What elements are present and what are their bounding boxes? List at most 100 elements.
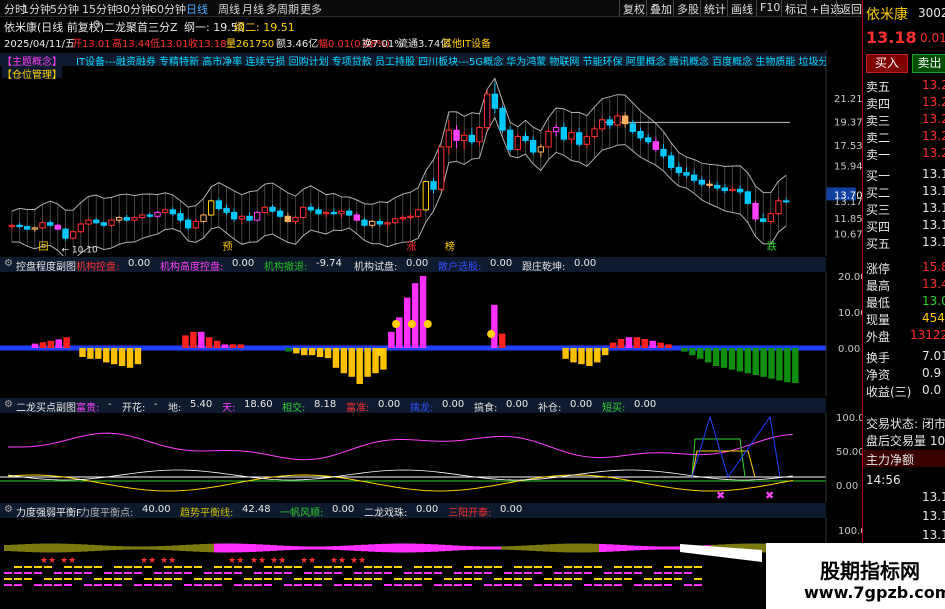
candle-body: [223, 208, 230, 213]
toolbar-btn-1[interactable]: 叠加: [650, 1, 672, 17]
period-tab-3[interactable]: 15分钟: [82, 1, 118, 17]
candle-body: [721, 187, 729, 192]
candle-body: [284, 215, 292, 222]
sell-button-label[interactable]: 卖出: [917, 56, 941, 70]
sub3-stripe: [304, 578, 312, 580]
net-flow-bar[interactable]: 主力净额: [863, 450, 945, 467]
main-y-tick: 10.67: [834, 229, 862, 240]
sub3-gear-icon[interactable]: ⚙: [4, 504, 13, 515]
order-book-row[interactable]: 买四 13.1: [866, 218, 945, 235]
period-tab-5[interactable]: 60分钟: [150, 1, 186, 17]
toolbar-btn-6[interactable]: 标记: [785, 1, 807, 17]
period-tab-7[interactable]: 周线: [218, 1, 240, 17]
order-book-row[interactable]: 卖四 13.2: [866, 95, 945, 112]
period-tab-10[interactable]: 更多: [300, 1, 322, 17]
sub1-bar: [63, 337, 70, 348]
period-tab-4[interactable]: 30分钟: [116, 1, 152, 17]
candlestick-chart[interactable]: ← 10.10回预涨榜跌21.2119.3717.5315.9413.7013.…: [0, 50, 862, 256]
position-label[interactable]: 【仓位管理】: [2, 70, 62, 81]
gear-icon[interactable]: ⚙: [92, 18, 102, 31]
order-book-row[interactable]: 卖五 13.2: [866, 78, 945, 95]
sub1-label-2: 机构撤退:: [264, 262, 308, 273]
sub1-label-1: 机构高度控盘:: [160, 262, 224, 273]
sub3-stripe: [624, 572, 632, 574]
force-balance-chart[interactable]: ★★ ★★ ★★ ★★ ★★ ★★ ★★ ★★ ★★ ★★ 100.0: [0, 518, 862, 609]
panel-price: 13.18: [866, 28, 917, 47]
candle-body: [115, 217, 123, 221]
candle-body: [437, 146, 445, 190]
order-book-label: 买二: [866, 186, 891, 200]
buy-button-label[interactable]: 买入: [875, 56, 899, 70]
order-book-row[interactable]: 卖二 13.2: [866, 129, 945, 146]
sub3-stripe: [364, 584, 372, 586]
period-tab-1[interactable]: 1分钟: [22, 1, 51, 17]
sub1-gear-icon[interactable]: ⚙: [4, 258, 13, 269]
indicator-name[interactable]: 二龙聚首三分Z: [104, 19, 178, 35]
signal-marker-4[interactable]: 跌: [767, 240, 777, 253]
toolbar-btn-4[interactable]: 画线: [731, 1, 753, 17]
order-book-row[interactable]: 买三 13.1: [866, 201, 945, 218]
main-y-tick: 15.94: [834, 162, 862, 173]
sub3-title[interactable]: 力度强弱平衡F: [16, 504, 82, 519]
sub1-value-0: 0.00: [128, 258, 151, 269]
sub3-band: [46, 543, 53, 553]
order-book-row[interactable]: 卖一 13.2: [866, 146, 945, 163]
period-tab-6[interactable]: 日线: [186, 1, 208, 17]
sub1-bar: [79, 348, 86, 357]
control-degree-chart[interactable]: 20.00 10.00 0.00: [0, 272, 862, 396]
sub3-stripe: [564, 566, 572, 568]
toolbar-btn-3[interactable]: 统计: [704, 1, 726, 17]
buy-point-chart[interactable]: ✖ ✖ 100.0 50.00 0.00: [0, 413, 862, 502]
concept-sector[interactable]: 其他IT设备: [442, 35, 491, 50]
sub2-gear-icon[interactable]: ⚙: [4, 399, 13, 410]
position-label-box[interactable]: 【仓位管理】: [2, 66, 62, 81]
order-book-row[interactable]: 买一 13.1: [866, 167, 945, 184]
order-book-row[interactable]: 卖三 13.2: [866, 112, 945, 129]
sub1-bar: [301, 348, 308, 356]
sub3-stripe: [494, 584, 502, 586]
sub3-stripe: [364, 572, 372, 574]
toolbar-btn-0[interactable]: 复权: [623, 1, 645, 17]
sub3-band: [515, 545, 522, 551]
sub3-band: [312, 546, 319, 550]
sub3-stripe: [584, 572, 592, 574]
sub3-stripe: [414, 584, 422, 586]
period-tab-8[interactable]: 月线: [242, 1, 264, 17]
sub3-stripe: [374, 578, 382, 580]
period-tab-9[interactable]: 多周期: [266, 1, 299, 17]
quote-stat-label: 收益(三): [866, 385, 912, 399]
toolbar-btn-5[interactable]: F10: [760, 1, 780, 14]
sub3-stripe: [34, 584, 42, 586]
sub2-title[interactable]: 二龙买点副图: [16, 399, 76, 414]
sub1-y-tick: 0.00: [838, 344, 860, 355]
toolbar-btn-2[interactable]: 多股: [677, 1, 699, 17]
tick-price: 13.1: [922, 509, 945, 523]
toolbar-btn-8[interactable]: 返回: [840, 1, 862, 17]
sub3-stripe: [614, 578, 622, 580]
concepts-label[interactable]: 【主题概念】: [2, 53, 62, 66]
sub1-title[interactable]: 控盘程度副图: [16, 258, 76, 273]
signal-marker-3[interactable]: 榜: [445, 240, 455, 253]
sub3-band: [81, 544, 88, 552]
sub3-stripe: [324, 578, 332, 580]
signal-marker-2[interactable]: 涨: [407, 241, 417, 253]
panel-header: 依米康 300249: [866, 4, 945, 23]
sub3-stripe: [664, 584, 672, 586]
net-flow-label[interactable]: 主力净额: [866, 451, 914, 468]
candle-body: [629, 123, 637, 132]
sub3-band: [32, 543, 39, 553]
candle-body: [575, 132, 583, 145]
sub3-band: [60, 543, 67, 553]
buy-button[interactable]: 买入: [866, 54, 908, 73]
period-tab-2[interactable]: 5分钟: [50, 1, 79, 17]
order-book-row[interactable]: 买二 13.1: [866, 184, 945, 201]
sub3-stripe: [4, 578, 12, 580]
sub3-stripe: [464, 572, 472, 574]
sell-button[interactable]: 卖出: [912, 54, 945, 73]
order-book-row[interactable]: 买五 13.1: [866, 235, 945, 252]
signal-marker-1[interactable]: 预: [223, 241, 233, 253]
sub2-label-1: 开花:: [122, 403, 146, 414]
signal-marker-0[interactable]: 回: [39, 241, 49, 253]
sub3-band: [585, 543, 592, 553]
sub3-stripe: [54, 584, 62, 586]
